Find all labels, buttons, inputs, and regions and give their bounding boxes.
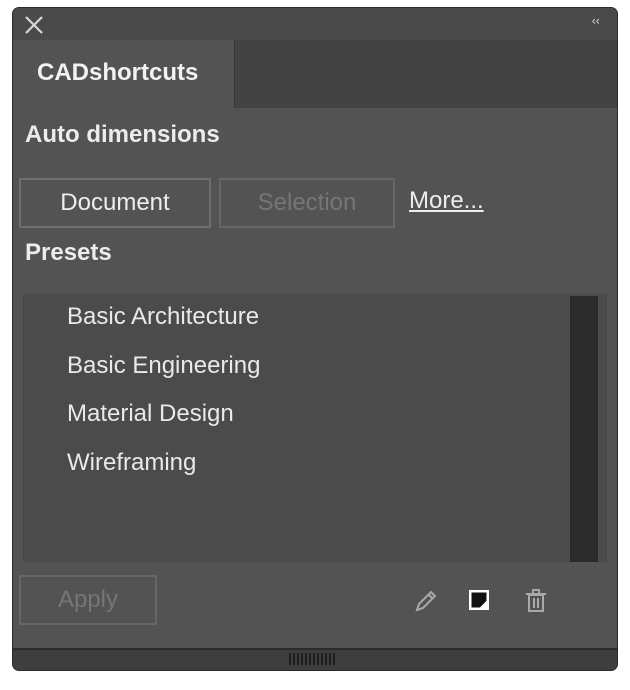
list-item[interactable]: Material Design: [67, 400, 234, 428]
panel-titlebar: ‹‹: [13, 8, 617, 41]
document-button[interactable]: Document: [19, 178, 211, 228]
selection-button[interactable]: Selection: [219, 178, 395, 228]
trash-icon[interactable]: [521, 586, 551, 616]
auto-dimensions-heading: Auto dimensions: [25, 121, 220, 148]
tab-bar: CADshortcuts: [13, 40, 617, 108]
apply-button[interactable]: Apply: [19, 575, 157, 625]
presets-list[interactable]: Basic Architecture Basic Engineering Mat…: [23, 294, 607, 562]
list-item[interactable]: Basic Engineering: [67, 352, 260, 380]
cadshortcuts-panel: ‹‹ CADshortcuts Auto dimensions Document…: [12, 7, 618, 671]
resize-grip-icon[interactable]: [289, 653, 337, 665]
more-link[interactable]: More...: [409, 187, 484, 215]
list-item[interactable]: Wireframing: [67, 449, 196, 477]
tab-cadshortcuts[interactable]: CADshortcuts: [13, 40, 235, 108]
panel-resize-bar: [13, 648, 617, 670]
presets-scrollbar[interactable]: [570, 296, 598, 562]
presets-heading: Presets: [25, 239, 112, 266]
pencil-icon[interactable]: [411, 586, 441, 616]
collapse-panel-icon[interactable]: ‹‹: [591, 14, 600, 28]
list-item[interactable]: Basic Architecture: [67, 303, 259, 331]
close-icon[interactable]: [23, 14, 45, 36]
new-preset-icon[interactable]: [465, 586, 495, 616]
